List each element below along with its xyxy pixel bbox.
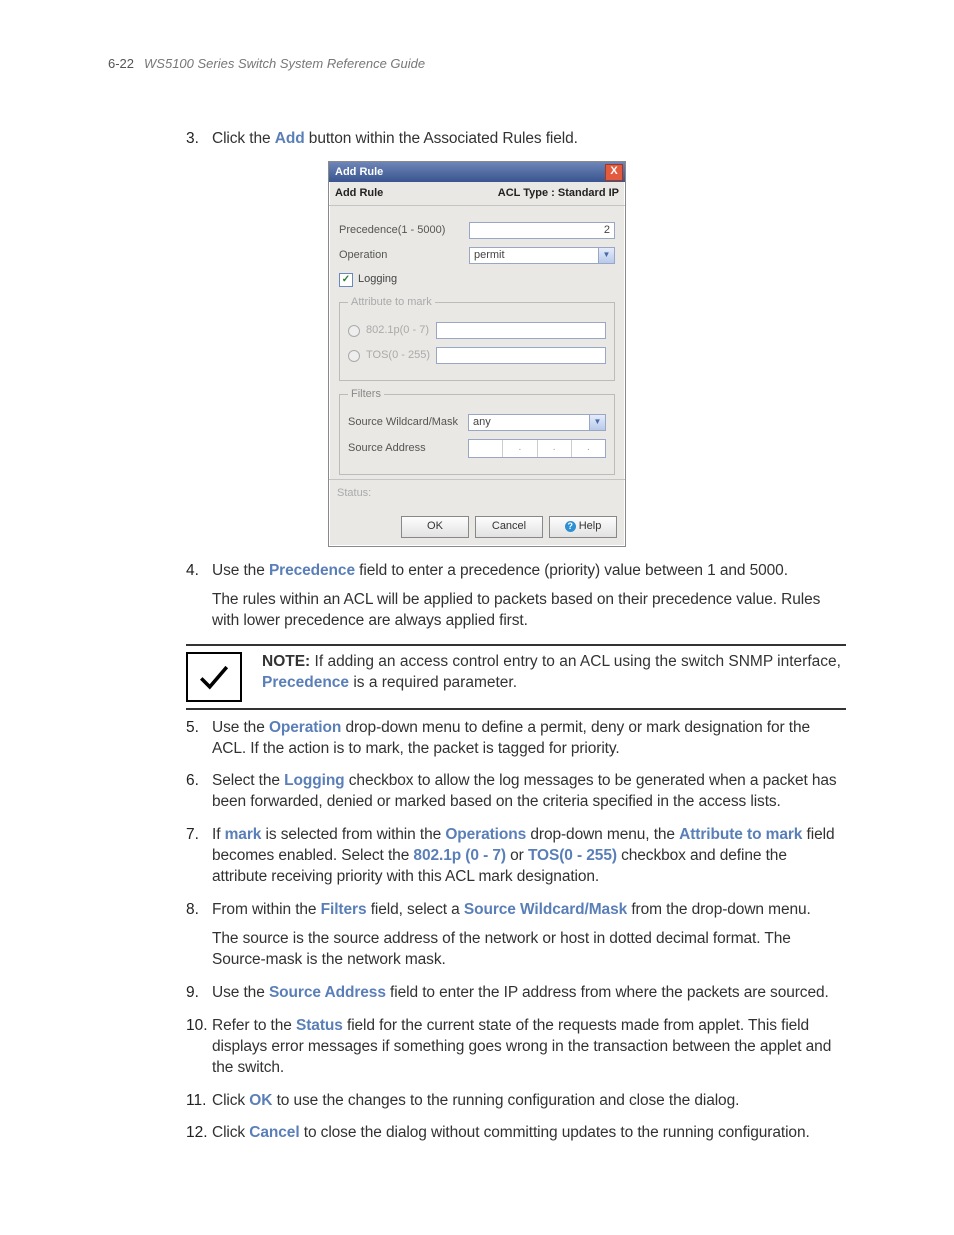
- attribute-to-mark-group: Attribute to mark 802.1p(0 - 7) TOS(0 - …: [339, 295, 615, 381]
- logging-label: Logging: [358, 272, 397, 287]
- precedence-label: Precedence(1 - 5000): [339, 223, 469, 238]
- step-9: 9. Use the Source Address field to enter…: [186, 983, 846, 1004]
- step-4-extra: The rules within an ACL will be applied …: [212, 590, 846, 632]
- help-icon: ?: [565, 521, 576, 532]
- checkmark-icon: [186, 652, 242, 702]
- step-number: 4.: [186, 561, 212, 632]
- cancel-keyword: Cancel: [249, 1124, 299, 1141]
- step-number: 5.: [186, 718, 212, 760]
- step-6: 6. Select the Logging checkbox to allow …: [186, 771, 846, 813]
- operation-row: Operation permit ▼: [339, 247, 615, 264]
- step-5: 5. Use the Operation drop-down menu to d…: [186, 718, 846, 760]
- swm-label: Source Wildcard/Mask: [348, 415, 468, 430]
- note-box: NOTE: If adding an access control entry …: [186, 644, 846, 710]
- step-10: 10. Refer to the Status field for the cu…: [186, 1016, 846, 1079]
- mark-keyword: mark: [225, 826, 262, 843]
- operation-combo[interactable]: permit ▼: [469, 247, 615, 264]
- step-4: 4. Use the Precedence field to enter a p…: [186, 561, 846, 632]
- logging-checkbox[interactable]: [339, 273, 353, 287]
- note-label: NOTE:: [262, 653, 310, 670]
- attribute-to-mark-keyword: Attribute to mark: [679, 826, 802, 843]
- tos-keyword: TOS(0 - 255): [528, 847, 617, 864]
- filters-group: Filters Source Wildcard/Mask any ▼ Sourc…: [339, 387, 615, 475]
- source-address-keyword: Source Address: [269, 984, 386, 1001]
- help-button[interactable]: ?Help: [549, 516, 617, 538]
- filters-keyword: Filters: [321, 901, 367, 918]
- dialog-title: Add Rule: [335, 165, 383, 180]
- operation-label: Operation: [339, 248, 469, 263]
- 8021p-input[interactable]: [436, 322, 606, 339]
- tos-input[interactable]: [436, 347, 606, 364]
- 8021p-radio[interactable]: [348, 325, 360, 337]
- operations-keyword: Operations: [445, 826, 526, 843]
- cancel-button[interactable]: Cancel: [475, 516, 543, 538]
- step-11: 11. Click OK to use the changes to the r…: [186, 1091, 846, 1112]
- add-rule-dialog: Add Rule X Add Rule ACL Type : Standard …: [328, 161, 626, 546]
- dialog-titlebar: Add Rule X: [329, 162, 625, 182]
- step-number: 12.: [186, 1123, 212, 1144]
- step-number: 11.: [186, 1091, 212, 1112]
- filters-legend: Filters: [348, 387, 384, 402]
- chevron-down-icon[interactable]: ▼: [598, 248, 614, 263]
- subheader-right: ACL Type : Standard IP: [498, 186, 619, 201]
- logging-row: Logging: [339, 272, 615, 287]
- chevron-down-icon[interactable]: ▼: [589, 415, 605, 430]
- status-label: Status:: [337, 487, 371, 499]
- source-address-input[interactable]: ...: [468, 439, 606, 458]
- operation-keyword: Operation: [269, 719, 341, 736]
- attribute-legend: Attribute to mark: [348, 295, 435, 310]
- subheader-left: Add Rule: [335, 186, 383, 201]
- step-7: 7. If mark is selected from within the O…: [186, 825, 846, 888]
- step-8-extra: The source is the source address of the …: [212, 929, 846, 971]
- note-precedence-keyword: Precedence: [262, 674, 349, 691]
- swm-combo[interactable]: any ▼: [468, 414, 606, 431]
- precedence-row: Precedence(1 - 5000) 2: [339, 222, 615, 239]
- source-wildcard-mask-keyword: Source Wildcard/Mask: [464, 901, 627, 918]
- step-number: 7.: [186, 825, 212, 888]
- step-number: 10.: [186, 1016, 212, 1079]
- 8021p-label: 802.1p(0 - 7): [366, 323, 436, 338]
- dialog-subheader: Add Rule ACL Type : Standard IP: [329, 182, 625, 206]
- ok-keyword: OK: [249, 1092, 272, 1109]
- page: 6-22 WS5100 Series Switch System Referen…: [0, 0, 954, 1235]
- precedence-keyword: Precedence: [269, 562, 355, 579]
- step-number: 8.: [186, 900, 212, 971]
- add-keyword: Add: [275, 130, 305, 147]
- step-number: 6.: [186, 771, 212, 813]
- step-12: 12. Click Cancel to close the dialog wit…: [186, 1123, 846, 1144]
- tos-radio[interactable]: [348, 350, 360, 362]
- step-number: 3.: [186, 129, 212, 150]
- step-8: 8. From within the Filters field, select…: [186, 900, 846, 971]
- source-address-label: Source Address: [348, 441, 468, 456]
- doc-title: WS5100 Series Switch System Reference Gu…: [144, 55, 425, 73]
- logging-keyword: Logging: [284, 772, 344, 789]
- step-3: 3. Click the Add button within the Assoc…: [186, 129, 846, 150]
- tos-label: TOS(0 - 255): [366, 348, 436, 363]
- page-number: 6-22: [108, 55, 134, 73]
- ok-button[interactable]: OK: [401, 516, 469, 538]
- precedence-input[interactable]: 2: [469, 222, 615, 239]
- dialog-buttons: OK Cancel ?Help: [329, 510, 625, 546]
- 8021p-keyword: 802.1p (0 - 7): [413, 847, 506, 864]
- status-keyword: Status: [296, 1017, 343, 1034]
- step-number: 9.: [186, 983, 212, 1004]
- close-icon[interactable]: X: [605, 164, 623, 181]
- dialog-figure: Add Rule X Add Rule ACL Type : Standard …: [108, 161, 846, 546]
- status-bar: Status:: [329, 479, 625, 510]
- running-header: 6-22 WS5100 Series Switch System Referen…: [108, 55, 846, 73]
